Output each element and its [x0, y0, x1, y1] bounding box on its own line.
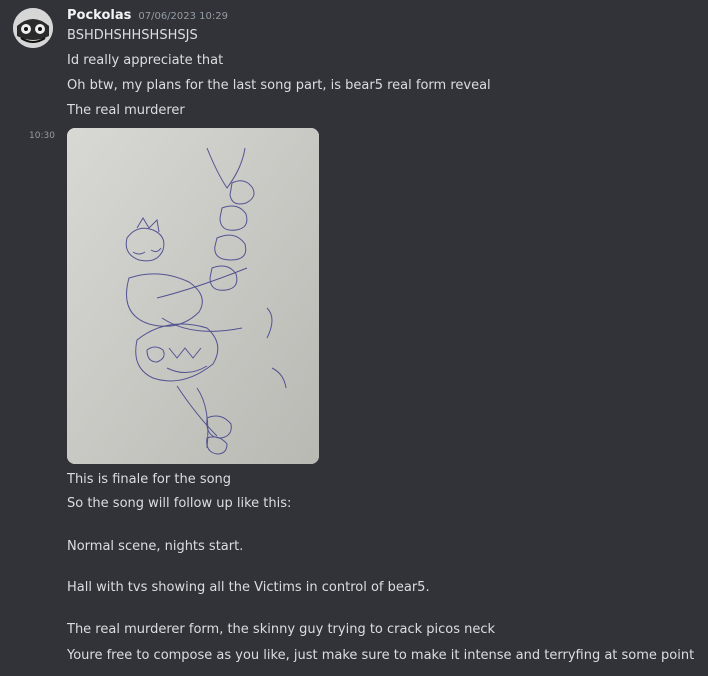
message-line: The real murderer	[67, 103, 185, 118]
hover-timestamp: 10:30	[29, 131, 55, 141]
message-line: This is finale for the song	[67, 472, 232, 487]
avatar[interactable]	[13, 8, 53, 48]
message-line: Oh btw, my plans for the last song part,…	[67, 78, 491, 93]
message-line: The real murderer form, the skinny guy t…	[67, 622, 496, 637]
image-attachment[interactable]	[67, 128, 319, 464]
avatar-image	[13, 8, 53, 48]
message-header: Pockolas 07/06/2023 10:29	[67, 8, 228, 26]
username[interactable]: Pockolas	[67, 8, 131, 23]
sketch-drawing	[67, 128, 319, 464]
message-line: BSHDHSHHSHSHSJS	[67, 28, 198, 43]
message-line: Hall with tvs showing all the Victims in…	[67, 580, 430, 595]
message-timestamp[interactable]: 07/06/2023 10:29	[138, 11, 228, 22]
message-line: Youre free to compose as you like, just …	[67, 648, 695, 663]
message-line: So the song will follow up like this:	[67, 496, 292, 511]
message-line: Id really appreciate that	[67, 53, 224, 68]
message-line: Normal scene, nights start.	[67, 539, 244, 554]
